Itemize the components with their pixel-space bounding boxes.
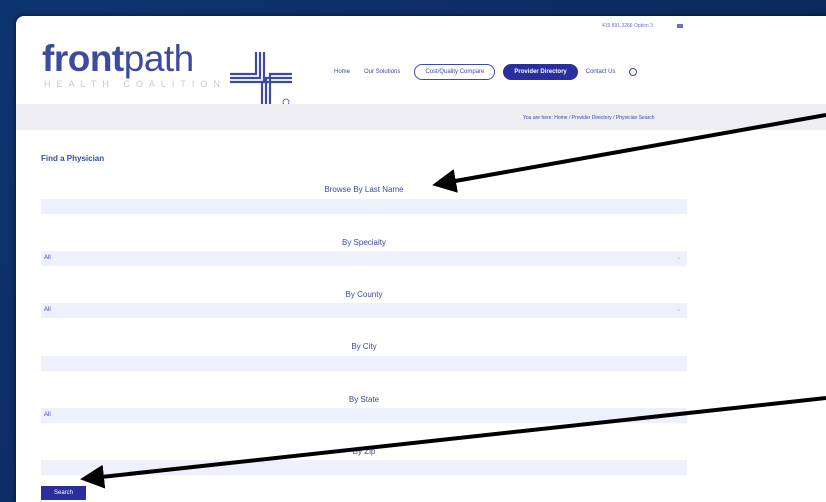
last-name-label: Browse By Last Name bbox=[324, 185, 404, 194]
zip-label: By Zip bbox=[352, 447, 376, 456]
main-nav: Home Our Solutions Cost/Quality Compare … bbox=[334, 62, 638, 82]
window-frame: 419.891.3266 Option 3 frontpath HEALTH C… bbox=[0, 0, 826, 502]
nav-provider-directory[interactable]: Provider Directory bbox=[503, 64, 578, 80]
top-utility-bar: 419.891.3266 Option 3 bbox=[16, 16, 826, 29]
city-label: By City bbox=[351, 342, 377, 351]
nav-contact-us[interactable]: Contact Us bbox=[586, 69, 616, 75]
specialty-label: By Specialty bbox=[341, 238, 387, 247]
state-value: All bbox=[44, 412, 51, 418]
city-input[interactable] bbox=[41, 356, 687, 371]
phone-number[interactable]: 419.891.3266 Option 3 bbox=[602, 23, 653, 29]
county-value: All bbox=[44, 307, 51, 313]
nav-cost-quality-compare[interactable]: Cost/Quality Compare bbox=[414, 64, 496, 80]
frontpath-logo[interactable]: frontpath HEALTH COALITION bbox=[42, 38, 292, 108]
browser-page: 419.891.3266 Option 3 frontpath HEALTH C… bbox=[16, 16, 826, 502]
chevron-down-icon: ⌄ bbox=[675, 307, 681, 313]
state-select[interactable]: All bbox=[41, 408, 687, 423]
specialty-select[interactable]: All ⌄ bbox=[41, 251, 687, 266]
nav-our-solutions[interactable]: Our Solutions bbox=[364, 69, 400, 75]
last-name-input[interactable] bbox=[41, 199, 687, 214]
logo-subtitle: HEALTH COALITION bbox=[44, 79, 226, 89]
logo-front-text: front bbox=[42, 38, 124, 79]
county-select[interactable]: All ⌄ bbox=[41, 303, 687, 318]
search-icon[interactable] bbox=[629, 68, 638, 76]
nav-home[interactable]: Home bbox=[334, 69, 350, 75]
zip-input[interactable] bbox=[41, 460, 687, 475]
specialty-value: All bbox=[44, 255, 51, 261]
county-label: By County bbox=[345, 290, 383, 299]
search-button[interactable]: Search bbox=[41, 486, 86, 500]
state-label: By State bbox=[348, 395, 380, 404]
chevron-down-icon: ⌄ bbox=[675, 255, 681, 261]
page-title: Find a Physician bbox=[41, 154, 105, 163]
breadcrumb: You are here: Home / Provider Directory … bbox=[523, 115, 655, 121]
breadcrumb-bar bbox=[16, 104, 826, 130]
mail-icon[interactable] bbox=[677, 24, 683, 28]
logo-cross-icon bbox=[230, 52, 292, 108]
logo-path-text: path bbox=[123, 38, 195, 79]
